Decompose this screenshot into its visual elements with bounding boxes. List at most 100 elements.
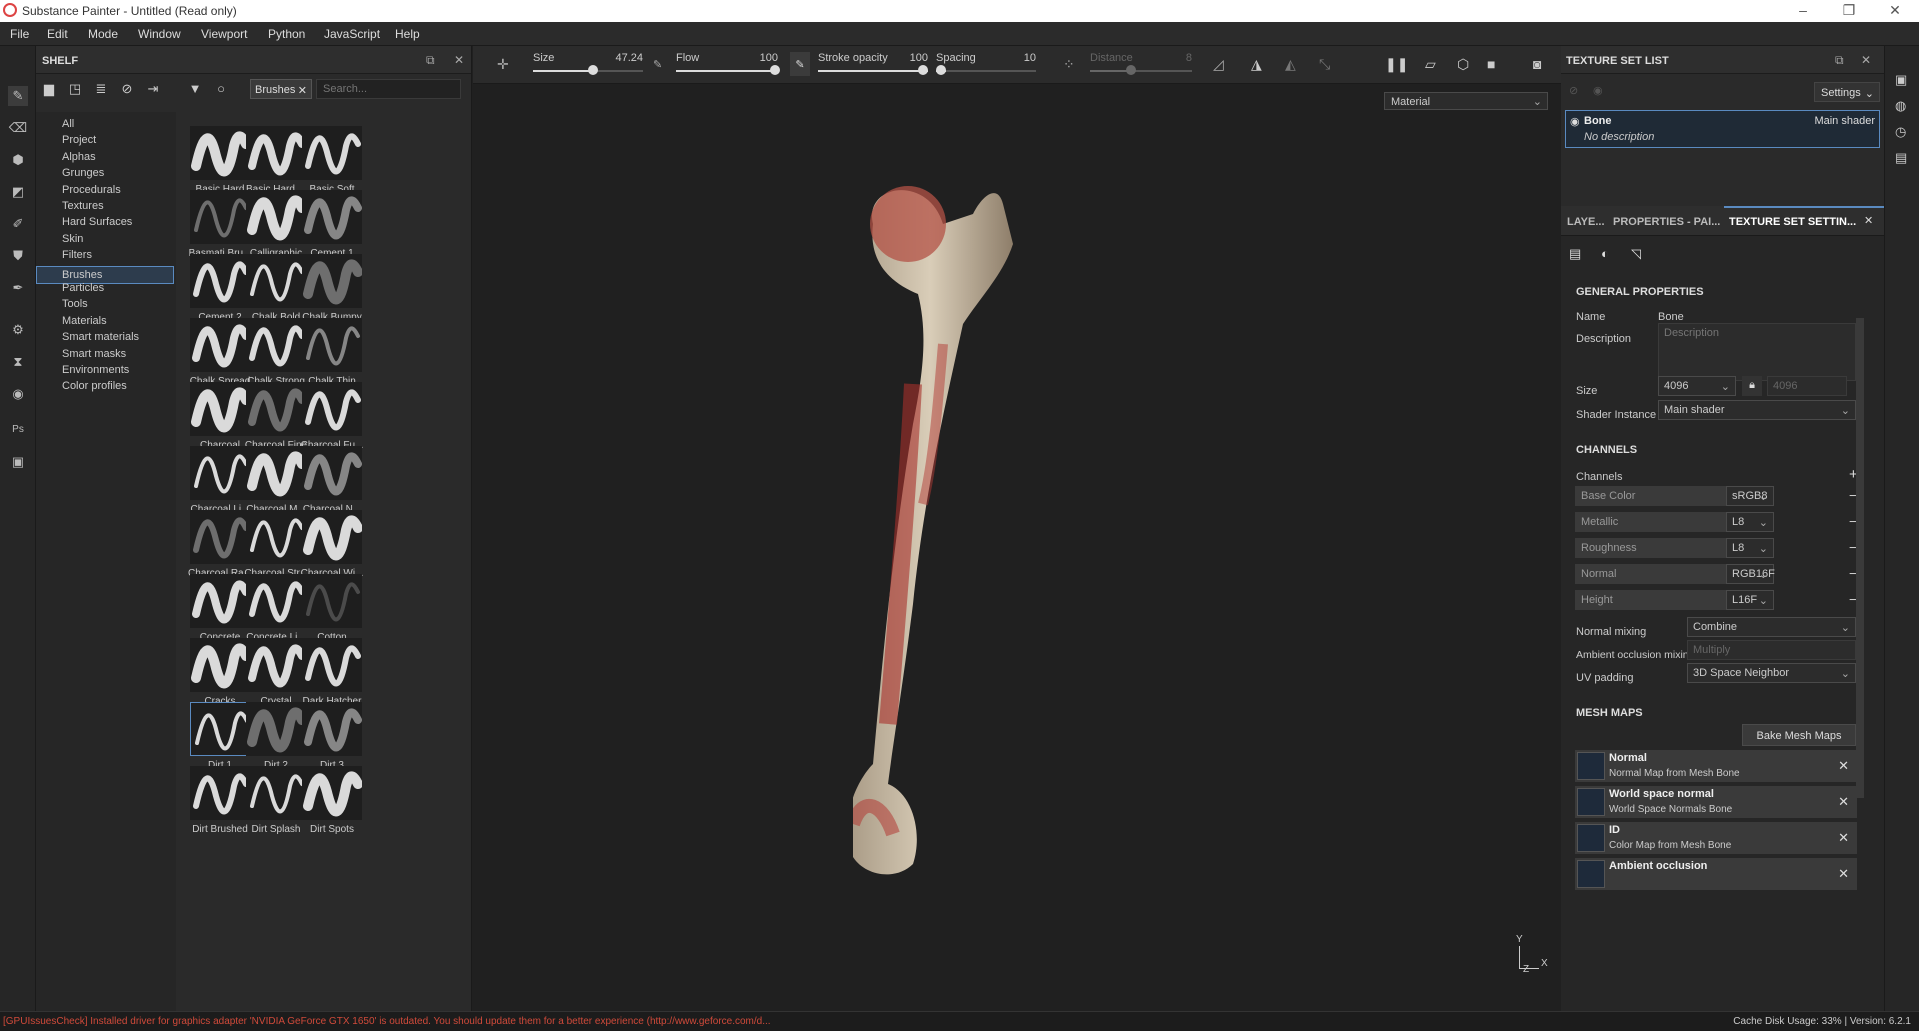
description-field[interactable] [1658, 323, 1856, 381]
hide-icon[interactable]: ⊘ [118, 81, 136, 97]
shelf-category-textures[interactable]: Textures [62, 200, 104, 212]
shelf-category-grunges[interactable]: Grunges [62, 167, 104, 179]
shelf-category-particles[interactable]: Particles [62, 282, 104, 294]
channel-format-select[interactable]: sRGB8 ⌄ [1726, 486, 1774, 506]
settings-dropdown[interactable]: Settings ⌄ [1814, 82, 1880, 102]
maximize-icon[interactable]: ❐ [1826, 0, 1872, 22]
shelf-category-filters[interactable]: Filters [62, 249, 92, 261]
import-icon[interactable]: ⇥ [144, 81, 162, 97]
camera-icon[interactable]: ■ [1487, 56, 1495, 72]
close-tab-icon[interactable]: ✕ [1864, 214, 1873, 227]
log-panel-icon[interactable]: ▤ [1895, 150, 1907, 166]
mesh-map-row[interactable]: Ambient occlusion ✕ [1575, 858, 1857, 890]
brush-item[interactable]: Dirt Spots [300, 764, 364, 842]
angle-icon[interactable]: ◿ [1213, 56, 1224, 73]
mesh-map-row[interactable]: ID Color Map from Mesh Bone ✕ [1575, 822, 1857, 854]
remove-mesh-map-icon[interactable]: ✕ [1838, 794, 1849, 810]
remove-mesh-map-icon[interactable]: ✕ [1838, 866, 1849, 882]
stroke-opacity-slider[interactable]: Stroke opacity 100 [818, 50, 928, 80]
distance-slider[interactable]: Distance 8 [1090, 50, 1192, 80]
paint-brush-icon[interactable]: ✎ [8, 86, 28, 106]
shelf-category-color-profiles[interactable]: Color profiles [62, 380, 127, 392]
uv-padding-select[interactable]: 3D Space Neighbor ⌄ [1687, 663, 1856, 683]
symmetry-icon[interactable]: ◮ [1251, 56, 1262, 73]
shader-settings-icon[interactable]: ◍ [1895, 98, 1906, 114]
close-panel-icon[interactable]: ✕ [454, 53, 464, 67]
material-sphere-icon[interactable]: ◐ [1601, 246, 1609, 261]
spacing-slider[interactable]: Spacing 10 [936, 50, 1036, 80]
minimize-icon[interactable]: – [1780, 0, 1826, 22]
menu-file[interactable]: File [10, 27, 29, 41]
channel-format-select[interactable]: L8 ⌄ [1726, 512, 1774, 532]
plugin-icon[interactable]: ◉ [8, 384, 28, 404]
show-all-icon[interactable]: ◉ [1593, 84, 1603, 97]
menu-help[interactable]: Help [395, 27, 420, 41]
shader-instance-select[interactable]: Main shader ⌄ [1658, 400, 1856, 420]
brush-item[interactable]: Dirt Splash [244, 764, 308, 842]
menu-mode[interactable]: Mode [88, 27, 118, 41]
lazy-mouse-icon[interactable]: ⁘ [1063, 56, 1075, 73]
shelf-category-procedurals[interactable]: Procedurals [62, 184, 121, 196]
bake-settings-icon[interactable]: ⚙ [8, 320, 28, 340]
close-window-icon[interactable]: ✕ [1872, 0, 1918, 22]
hide-all-icon[interactable]: ⊘ [1569, 84, 1578, 97]
menu-edit[interactable]: Edit [47, 27, 68, 41]
tab-layers[interactable]: LAYE... [1567, 216, 1605, 228]
polygon-fill-icon[interactable]: ◩ [8, 182, 28, 202]
flow-pen-pressure-icon[interactable]: ✎ [790, 52, 810, 76]
size-slider[interactable]: Size 47.24 [533, 50, 643, 80]
view-3d-icon[interactable]: ⬡ [1457, 56, 1469, 73]
undock-icon[interactable]: ⧉ [426, 53, 435, 68]
shelf-category-smart-masks[interactable]: Smart masks [62, 348, 126, 360]
bake-mesh-maps-button[interactable]: Bake Mesh Maps [1742, 724, 1856, 746]
smudge-icon[interactable]: ✐ [8, 214, 28, 234]
viewport-3d[interactable]: Material ⌄ Y Z X [473, 84, 1561, 1011]
channel-format-select[interactable]: L8 ⌄ [1726, 538, 1774, 558]
shelf-category-tools[interactable]: Tools [62, 298, 88, 310]
folder-icon[interactable]: ▆ [40, 81, 58, 97]
visibility-eye-icon[interactable]: ◉ [1570, 115, 1580, 128]
transform-icon[interactable]: ⤡ [1319, 56, 1330, 73]
bone-model[interactable] [853, 184, 1113, 884]
shelf-category-materials[interactable]: Materials [62, 315, 107, 327]
uv-icon[interactable]: ◹ [1631, 246, 1641, 262]
close-panel-icon[interactable]: ✕ [1861, 53, 1871, 67]
view-2d-icon[interactable]: ▱ [1425, 56, 1436, 73]
list-view-icon[interactable]: ≣ [92, 81, 110, 97]
tab-texture-set-settings[interactable]: TEXTURE SET SETTIN... [1729, 216, 1856, 228]
new-item-icon[interactable]: ◳ [66, 81, 84, 97]
menu-javascript[interactable]: JavaScript [324, 27, 380, 41]
table-view-icon[interactable]: ▤ [1569, 246, 1581, 262]
history-icon[interactable]: ◷ [1895, 124, 1906, 140]
shelf-category-smart-materials[interactable]: Smart materials [62, 331, 139, 343]
mesh-map-row[interactable]: World space normal World Space Normals Bo… [1575, 786, 1857, 818]
channel-format-select[interactable]: RGB16F ⌄ [1726, 564, 1775, 584]
normal-mixing-select[interactable]: Combine ⌄ [1687, 617, 1856, 637]
material-mode-select[interactable]: Material ⌄ [1384, 92, 1548, 110]
shelf-category-environments[interactable]: Environments [62, 364, 129, 376]
flow-slider[interactable]: Flow 100 [676, 50, 780, 80]
symmetry-center-icon[interactable]: ✛ [497, 56, 509, 73]
shelf-category-all[interactable]: All [62, 118, 74, 130]
color-picker-icon[interactable]: ✒ [8, 278, 28, 298]
size-select[interactable]: 4096 ⌄ [1658, 376, 1736, 396]
remove-filter-icon[interactable]: ✕ [298, 84, 307, 97]
shelf-category-skin[interactable]: Skin [62, 233, 83, 245]
screenshot-icon[interactable]: ◙ [1533, 56, 1541, 72]
log-icon[interactable]: ▣ [8, 452, 28, 472]
shelf-search-input[interactable] [316, 79, 461, 99]
menu-python[interactable]: Python [268, 27, 305, 41]
display-settings-icon[interactable]: ▣ [1895, 72, 1907, 88]
undock-icon[interactable]: ⧉ [1835, 53, 1844, 68]
pause-icon[interactable]: ❚❚ [1385, 56, 1408, 73]
tab-properties[interactable]: PROPERTIES - PAI... [1613, 216, 1720, 228]
shelf-category-hard-surfaces[interactable]: Hard Surfaces [62, 216, 132, 228]
filter-icon[interactable]: ▼ [186, 81, 204, 97]
shelf-category-project[interactable]: Project [62, 134, 96, 146]
channel-format-select[interactable]: L16F ⌄ [1726, 590, 1774, 610]
shelf-category-alphas[interactable]: Alphas [62, 151, 96, 163]
clone-stamp-icon[interactable]: ⛊ [8, 246, 28, 266]
remove-mesh-map-icon[interactable]: ✕ [1838, 830, 1849, 846]
photoshop-export-icon[interactable]: Ps [8, 420, 28, 440]
mesh-map-row[interactable]: Normal Normal Map from Mesh Bone ✕ [1575, 750, 1857, 782]
